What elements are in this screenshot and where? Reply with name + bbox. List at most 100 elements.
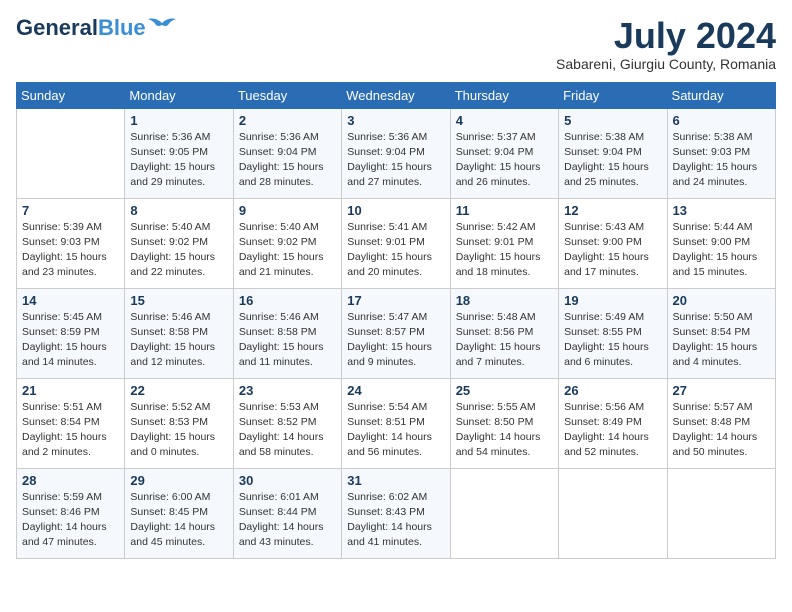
calendar-cell: 11Sunrise: 5:42 AMSunset: 9:01 PMDayligh… (450, 198, 558, 288)
day-number: 22 (130, 383, 227, 398)
calendar-cell: 5 Sunrise: 5:38 AMSunset: 9:04 PMDaylight… (559, 108, 667, 198)
calendar-cell: 24Sunrise: 5:54 AMSunset: 8:51 PMDayligh… (342, 378, 450, 468)
day-info: Sunrise: 5:38 AMSunset: 9:03 PMDaylight:… (673, 130, 770, 191)
day-number: 30 (239, 473, 336, 488)
weekday-header-monday: Monday (125, 82, 233, 108)
day-info: Sunrise: 5:57 AMSunset: 8:48 PMDaylight:… (673, 400, 770, 461)
day-number: 10 (347, 203, 444, 218)
day-number: 17 (347, 293, 444, 308)
calendar-cell: 10Sunrise: 5:41 AMSunset: 9:01 PMDayligh… (342, 198, 450, 288)
day-number: 7 (22, 203, 119, 218)
week-row-2: 7Sunrise: 5:39 AMSunset: 9:03 PMDaylight… (17, 198, 776, 288)
day-info: Sunrise: 5:45 AMSunset: 8:59 PMDaylight:… (22, 310, 119, 371)
calendar-cell: 9 Sunrise: 5:40 AMSunset: 9:02 PMDaylight… (233, 198, 341, 288)
day-info: Sunrise: 5:40 AMSunset: 9:02 PMDaylight:… (130, 220, 227, 281)
day-number: 31 (347, 473, 444, 488)
logo: GeneralBlue (16, 16, 176, 40)
day-info: Sunrise: 5:47 AMSunset: 8:57 PMDaylight:… (347, 310, 444, 371)
calendar-cell: 1Sunrise: 5:36 AMSunset: 9:05 PMDaylight… (125, 108, 233, 198)
day-number: 27 (673, 383, 770, 398)
day-number: 16 (239, 293, 336, 308)
day-info: Sunrise: 6:02 AMSunset: 8:43 PMDaylight:… (347, 490, 444, 551)
calendar-cell: 22Sunrise: 5:52 AMSunset: 8:53 PMDayligh… (125, 378, 233, 468)
day-info: Sunrise: 5:48 AMSunset: 8:56 PMDaylight:… (456, 310, 553, 371)
day-info: Sunrise: 5:49 AMSunset: 8:55 PMDaylight:… (564, 310, 661, 371)
day-info: Sunrise: 5:55 AMSunset: 8:50 PMDaylight:… (456, 400, 553, 461)
day-info: Sunrise: 5:36 AMSunset: 9:04 PMDaylight:… (239, 130, 336, 191)
calendar-cell: 18 Sunrise: 5:48 AMSunset: 8:56 PMDayligh… (450, 288, 558, 378)
calendar-cell: 25 Sunrise: 5:55 AMSunset: 8:50 PMDayligh… (450, 378, 558, 468)
week-row-5: 28 Sunrise: 5:59 AMSunset: 8:46 PMDayligh… (17, 468, 776, 558)
weekday-header-wednesday: Wednesday (342, 82, 450, 108)
day-info: Sunrise: 5:53 AMSunset: 8:52 PMDaylight:… (239, 400, 336, 461)
day-number: 9 (239, 203, 336, 218)
day-info: Sunrise: 5:38 AMSunset: 9:04 PMDaylight:… (564, 130, 661, 191)
day-number: 23 (239, 383, 336, 398)
weekday-header-tuesday: Tuesday (233, 82, 341, 108)
week-row-1: 1Sunrise: 5:36 AMSunset: 9:05 PMDaylight… (17, 108, 776, 198)
calendar-cell: 2 Sunrise: 5:36 AMSunset: 9:04 PMDaylight… (233, 108, 341, 198)
calendar-cell: 20 Sunrise: 5:50 AMSunset: 8:54 PMDayligh… (667, 288, 775, 378)
calendar-cell: 23 Sunrise: 5:53 AMSunset: 8:52 PMDayligh… (233, 378, 341, 468)
calendar-cell: 27 Sunrise: 5:57 AMSunset: 8:48 PMDayligh… (667, 378, 775, 468)
day-number: 25 (456, 383, 553, 398)
day-number: 15 (130, 293, 227, 308)
day-info: Sunrise: 5:46 AMSunset: 8:58 PMDaylight:… (239, 310, 336, 371)
calendar-cell (559, 468, 667, 558)
calendar-cell: 26 Sunrise: 5:56 AMSunset: 8:49 PMDayligh… (559, 378, 667, 468)
day-info: Sunrise: 6:00 AMSunset: 8:45 PMDaylight:… (130, 490, 227, 551)
calendar-cell: 3Sunrise: 5:36 AMSunset: 9:04 PMDaylight… (342, 108, 450, 198)
weekday-header-friday: Friday (559, 82, 667, 108)
day-number: 11 (456, 203, 553, 218)
calendar-cell: 29 Sunrise: 6:00 AMSunset: 8:45 PMDayligh… (125, 468, 233, 558)
day-info: Sunrise: 5:56 AMSunset: 8:49 PMDaylight:… (564, 400, 661, 461)
day-number: 12 (564, 203, 661, 218)
location-subtitle: Sabareni, Giurgiu County, Romania (556, 56, 776, 72)
logo-blue: Blue (98, 15, 146, 40)
calendar-table: SundayMondayTuesdayWednesdayThursdayFrid… (16, 82, 776, 559)
calendar-cell (667, 468, 775, 558)
page-header: GeneralBlue July 2024 Sabareni, Giurgiu … (16, 16, 776, 72)
calendar-cell: 19 Sunrise: 5:49 AMSunset: 8:55 PMDayligh… (559, 288, 667, 378)
weekday-header-row: SundayMondayTuesdayWednesdayThursdayFrid… (17, 82, 776, 108)
day-info: Sunrise: 5:36 AMSunset: 9:04 PMDaylight:… (347, 130, 444, 191)
calendar-cell: 7Sunrise: 5:39 AMSunset: 9:03 PMDaylight… (17, 198, 125, 288)
calendar-cell: 15 Sunrise: 5:46 AMSunset: 8:58 PMDayligh… (125, 288, 233, 378)
calendar-cell: 6 Sunrise: 5:38 AMSunset: 9:03 PMDaylight… (667, 108, 775, 198)
logo-general: General (16, 15, 98, 40)
day-number: 19 (564, 293, 661, 308)
calendar-cell: 28 Sunrise: 5:59 AMSunset: 8:46 PMDayligh… (17, 468, 125, 558)
title-block: July 2024 Sabareni, Giurgiu County, Roma… (556, 16, 776, 72)
day-info: Sunrise: 5:59 AMSunset: 8:46 PMDaylight:… (22, 490, 119, 551)
day-info: Sunrise: 5:44 AMSunset: 9:00 PMDaylight:… (673, 220, 770, 281)
logo-bird-icon (148, 15, 176, 35)
day-number: 26 (564, 383, 661, 398)
weekday-header-thursday: Thursday (450, 82, 558, 108)
week-row-3: 14Sunrise: 5:45 AMSunset: 8:59 PMDayligh… (17, 288, 776, 378)
day-info: Sunrise: 5:40 AMSunset: 9:02 PMDaylight:… (239, 220, 336, 281)
calendar-cell: 31 Sunrise: 6:02 AMSunset: 8:43 PMDayligh… (342, 468, 450, 558)
day-number: 6 (673, 113, 770, 128)
month-year-title: July 2024 (556, 16, 776, 56)
day-number: 18 (456, 293, 553, 308)
calendar-cell (17, 108, 125, 198)
day-info: Sunrise: 5:37 AMSunset: 9:04 PMDaylight:… (456, 130, 553, 191)
weekday-header-sunday: Sunday (17, 82, 125, 108)
day-number: 8 (130, 203, 227, 218)
day-info: Sunrise: 5:46 AMSunset: 8:58 PMDaylight:… (130, 310, 227, 371)
day-number: 2 (239, 113, 336, 128)
week-row-4: 21Sunrise: 5:51 AMSunset: 8:54 PMDayligh… (17, 378, 776, 468)
day-info: Sunrise: 5:51 AMSunset: 8:54 PMDaylight:… (22, 400, 119, 461)
day-number: 28 (22, 473, 119, 488)
calendar-cell: 4Sunrise: 5:37 AMSunset: 9:04 PMDaylight… (450, 108, 558, 198)
day-number: 5 (564, 113, 661, 128)
day-info: Sunrise: 5:36 AMSunset: 9:05 PMDaylight:… (130, 130, 227, 191)
day-number: 20 (673, 293, 770, 308)
calendar-cell: 8 Sunrise: 5:40 AMSunset: 9:02 PMDaylight… (125, 198, 233, 288)
calendar-cell: 14Sunrise: 5:45 AMSunset: 8:59 PMDayligh… (17, 288, 125, 378)
day-number: 29 (130, 473, 227, 488)
calendar-cell (450, 468, 558, 558)
day-info: Sunrise: 5:50 AMSunset: 8:54 PMDaylight:… (673, 310, 770, 371)
calendar-cell: 13Sunrise: 5:44 AMSunset: 9:00 PMDayligh… (667, 198, 775, 288)
calendar-cell: 17 Sunrise: 5:47 AMSunset: 8:57 PMDayligh… (342, 288, 450, 378)
